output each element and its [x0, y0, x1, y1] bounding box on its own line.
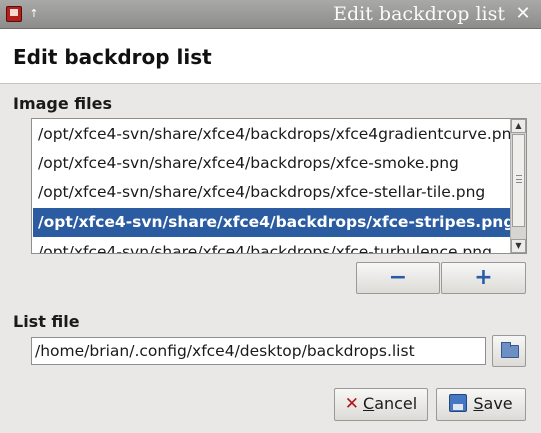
- app-icon[interactable]: [6, 6, 22, 22]
- close-icon[interactable]: ✕: [513, 4, 533, 24]
- minus-icon: −: [388, 265, 408, 290]
- list-file-input[interactable]: /home/brian/.config/xfce4/desktop/backdr…: [31, 337, 486, 365]
- list-item[interactable]: /opt/xfce4-svn/share/xfce4/backdrops/xfc…: [33, 149, 511, 178]
- list-item[interactable]: /opt/xfce4-svn/share/xfce4/backdrops/xfc…: [33, 178, 511, 207]
- list-file-label: List file: [13, 312, 80, 331]
- cancel-button[interactable]: ✕ Cancel: [334, 388, 428, 421]
- cancel-mnemonic: C: [363, 394, 375, 413]
- cancel-label: ancel: [374, 394, 418, 413]
- vertical-scrollbar[interactable]: ▲ ▼: [510, 119, 526, 253]
- save-label: ave: [483, 394, 513, 413]
- title-bar[interactable]: ↑ Edit backdrop list ✕: [0, 0, 541, 29]
- image-files-label: Image files: [13, 94, 113, 113]
- save-button[interactable]: Save: [436, 388, 526, 421]
- header-title: Edit backdrop list: [13, 45, 212, 69]
- save-icon: [449, 394, 468, 412]
- window-title: Edit backdrop list: [333, 3, 505, 25]
- window-menu-icon[interactable]: ↑: [27, 5, 41, 23]
- add-button[interactable]: +: [441, 262, 526, 294]
- scrollbar-thumb[interactable]: [512, 134, 525, 227]
- browse-button[interactable]: [492, 335, 526, 367]
- list-item[interactable]: /opt/xfce4-svn/share/xfce4/backdrops/xfc…: [33, 238, 511, 253]
- list-item-selected[interactable]: /opt/xfce4-svn/share/xfce4/backdrops/xfc…: [33, 208, 511, 237]
- grip-icon: [516, 175, 522, 183]
- list-item[interactable]: /opt/xfce4-svn/share/xfce4/backdrops/xfc…: [33, 120, 511, 149]
- image-files-list[interactable]: /opt/xfce4-svn/share/xfce4/backdrops/xfc…: [31, 118, 527, 254]
- remove-button[interactable]: −: [356, 262, 440, 294]
- plus-icon: +: [474, 265, 493, 290]
- dialog-header: Edit backdrop list: [0, 29, 541, 84]
- scroll-up-icon[interactable]: ▲: [511, 119, 526, 133]
- cancel-icon: ✕: [344, 394, 360, 414]
- folder-open-icon: [501, 342, 519, 358]
- scroll-down-icon[interactable]: ▼: [511, 239, 526, 253]
- save-mnemonic: S: [473, 394, 484, 413]
